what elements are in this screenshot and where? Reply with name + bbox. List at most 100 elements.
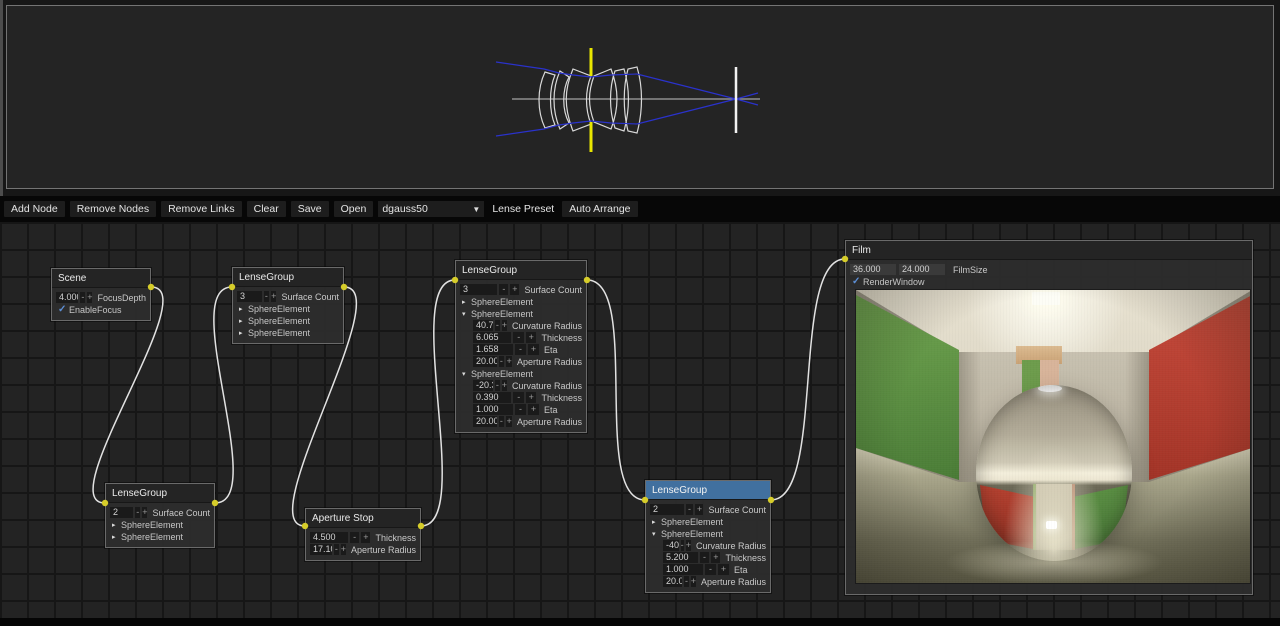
value-field-eta[interactable]: 1.658 <box>473 344 513 355</box>
decrement-button[interactable]: - <box>513 392 524 403</box>
disclosure-triangle-icon[interactable]: ▸ <box>112 521 121 529</box>
decrement-button[interactable]: - <box>499 356 505 367</box>
param-row-sphereelement[interactable]: ▾SphereElement <box>460 308 582 319</box>
decrement-button[interactable]: - <box>264 291 269 302</box>
disclosure-triangle-icon[interactable]: ▸ <box>239 317 248 325</box>
disclosure-triangle-icon[interactable]: ▸ <box>112 533 121 541</box>
increment-button[interactable]: + <box>341 544 346 555</box>
increment-button[interactable]: + <box>711 552 720 563</box>
node-lensegroup-2[interactable]: LenseGroup3-+Surface Count▸SphereElement… <box>455 260 587 433</box>
decrement-button[interactable]: - <box>495 320 500 331</box>
decrement-button[interactable]: - <box>499 416 505 427</box>
increment-button[interactable]: + <box>526 332 537 343</box>
disclosure-triangle-icon[interactable]: ▾ <box>462 370 471 378</box>
decrement-button[interactable]: - <box>686 504 694 515</box>
increment-button[interactable]: + <box>502 320 507 331</box>
node-lensegroup-4[interactable]: LenseGroup 2-+Surface Count▸SphereElement… <box>645 480 771 593</box>
disclosure-triangle-icon[interactable]: ▾ <box>462 310 471 318</box>
decrement-button[interactable]: - <box>334 544 339 555</box>
node-title-film[interactable]: Film <box>846 241 1252 260</box>
increment-button[interactable]: + <box>691 576 696 587</box>
value-field-surface-count[interactable]: 3 <box>237 291 262 302</box>
decrement-button[interactable]: - <box>135 507 140 518</box>
value-field-focusdepth[interactable]: 4.000 <box>56 292 78 303</box>
checkbox-enablefocus[interactable]: ✓ <box>58 304 69 315</box>
increment-button[interactable]: + <box>528 344 539 355</box>
decrement-button[interactable]: - <box>515 404 526 415</box>
value-field-eta[interactable]: 1.000 <box>473 404 513 415</box>
node-title-lensegroup-2[interactable]: LenseGroup <box>456 261 586 280</box>
decrement-button[interactable]: - <box>705 564 716 575</box>
increment-button[interactable]: + <box>526 392 537 403</box>
value-field-curvature-radius[interactable]: 40.770 <box>473 320 493 331</box>
decrement-button[interactable]: - <box>80 292 85 303</box>
decrement-button[interactable]: - <box>681 540 684 551</box>
increment-button[interactable]: + <box>87 292 92 303</box>
param-row-sphereelement[interactable]: ▸SphereElement <box>237 303 339 314</box>
param-row-sphereelement[interactable]: ▸SphereElement <box>460 296 582 307</box>
value-field-thickness[interactable]: 4.500 <box>310 532 348 543</box>
node-title-lensegroup-4[interactable]: LenseGroup <box>646 481 770 500</box>
value-field-eta[interactable]: 1.000 <box>663 564 703 575</box>
value-field-thickness[interactable]: 5.200 <box>663 552 698 563</box>
value-field-filmsize-0[interactable]: 36.000 <box>850 264 896 275</box>
disclosure-triangle-icon[interactable]: ▸ <box>239 305 248 313</box>
node-title-scene[interactable]: Scene <box>52 269 150 288</box>
checkbox-renderwindow[interactable]: ✓ <box>852 276 863 287</box>
param-row-enablefocus: ✓EnableFocus <box>56 304 146 315</box>
increment-button[interactable]: + <box>528 404 539 415</box>
decrement-button[interactable]: - <box>700 552 709 563</box>
value-field-thickness[interactable]: 6.065 <box>473 332 511 343</box>
disclosure-triangle-icon[interactable]: ▾ <box>652 530 661 538</box>
node-scene[interactable]: Scene4.000-+FocusDepth✓EnableFocus <box>51 268 151 321</box>
disclosure-triangle-icon[interactable]: ▸ <box>652 518 661 526</box>
increment-button[interactable]: + <box>271 291 276 302</box>
value-field-surface-count[interactable]: 3 <box>460 284 497 295</box>
param-label: Eta <box>544 345 558 355</box>
param-row-sphereelement[interactable]: ▸SphereElement <box>237 327 339 338</box>
disclosure-triangle-icon[interactable]: ▸ <box>239 329 248 337</box>
param-row-sphereelement[interactable]: ▸SphereElement <box>650 516 766 527</box>
param-row-sphereelement[interactable]: ▸SphereElement <box>237 315 339 326</box>
increment-button[interactable]: + <box>506 356 512 367</box>
disclosure-triangle-icon[interactable]: ▸ <box>462 298 471 306</box>
param-row-sphereelement[interactable]: ▾SphereElement <box>460 368 582 379</box>
decrement-button[interactable]: - <box>513 332 524 343</box>
decrement-button[interactable]: - <box>499 284 508 295</box>
value-field-aperture-radius[interactable]: 17.100 <box>310 544 332 555</box>
node-lensegroup-3[interactable]: LenseGroup2-+Surface Count▸SphereElement… <box>105 483 215 548</box>
param-row-sphereelement[interactable]: ▾SphereElement <box>650 528 766 539</box>
value-field-aperture-radius[interactable]: 20.000 <box>473 416 497 427</box>
value-field-curvature-radius[interactable]: -40.730 <box>663 540 679 551</box>
param-row-sphereelement[interactable]: ▸SphereElement <box>110 531 210 542</box>
increment-button[interactable]: + <box>695 504 703 515</box>
param-label: Aperture Radius <box>701 577 766 587</box>
node-title-aperture-stop[interactable]: Aperture Stop <box>306 509 420 528</box>
node-title-lensegroup-3[interactable]: LenseGroup <box>106 484 214 503</box>
increment-button[interactable]: + <box>510 284 519 295</box>
value-field-aperture-radius[interactable]: 20.000 <box>663 576 682 587</box>
increment-button[interactable]: + <box>361 532 370 543</box>
decrement-button[interactable]: - <box>515 344 526 355</box>
value-field-thickness[interactable]: 0.390 <box>473 392 511 403</box>
decrement-button[interactable]: - <box>495 380 500 391</box>
increment-button[interactable]: + <box>506 416 512 427</box>
increment-button[interactable]: + <box>718 564 729 575</box>
value-field-curvature-radius[interactable]: -20.385 <box>473 380 493 391</box>
increment-button[interactable]: + <box>686 540 691 551</box>
node-title-lensegroup-1[interactable]: LenseGroup <box>233 268 343 287</box>
param-row-sphereelement[interactable]: ▸SphereElement <box>110 519 210 530</box>
node-aperture-stop[interactable]: Aperture Stop4.500-+Thickness17.100-+Ape… <box>305 508 421 561</box>
node-lensegroup-1[interactable]: LenseGroup3-+Surface Count▸SphereElement… <box>232 267 344 344</box>
render-image <box>855 289 1251 584</box>
value-field-aperture-radius[interactable]: 20.000 <box>473 356 497 367</box>
increment-button[interactable]: + <box>502 380 507 391</box>
decrement-button[interactable]: - <box>350 532 359 543</box>
value-field-filmsize-1[interactable]: 24.000 <box>899 264 945 275</box>
increment-button[interactable]: + <box>142 507 147 518</box>
value-field-surface-count[interactable]: 2 <box>110 507 133 518</box>
decrement-button[interactable]: - <box>684 576 688 587</box>
node-film[interactable]: Film36.00024.000FilmSize✓RenderWindow <box>845 240 1253 595</box>
param-row-surface-count: 2-+Surface Count <box>650 504 766 515</box>
value-field-surface-count[interactable]: 2 <box>650 504 684 515</box>
